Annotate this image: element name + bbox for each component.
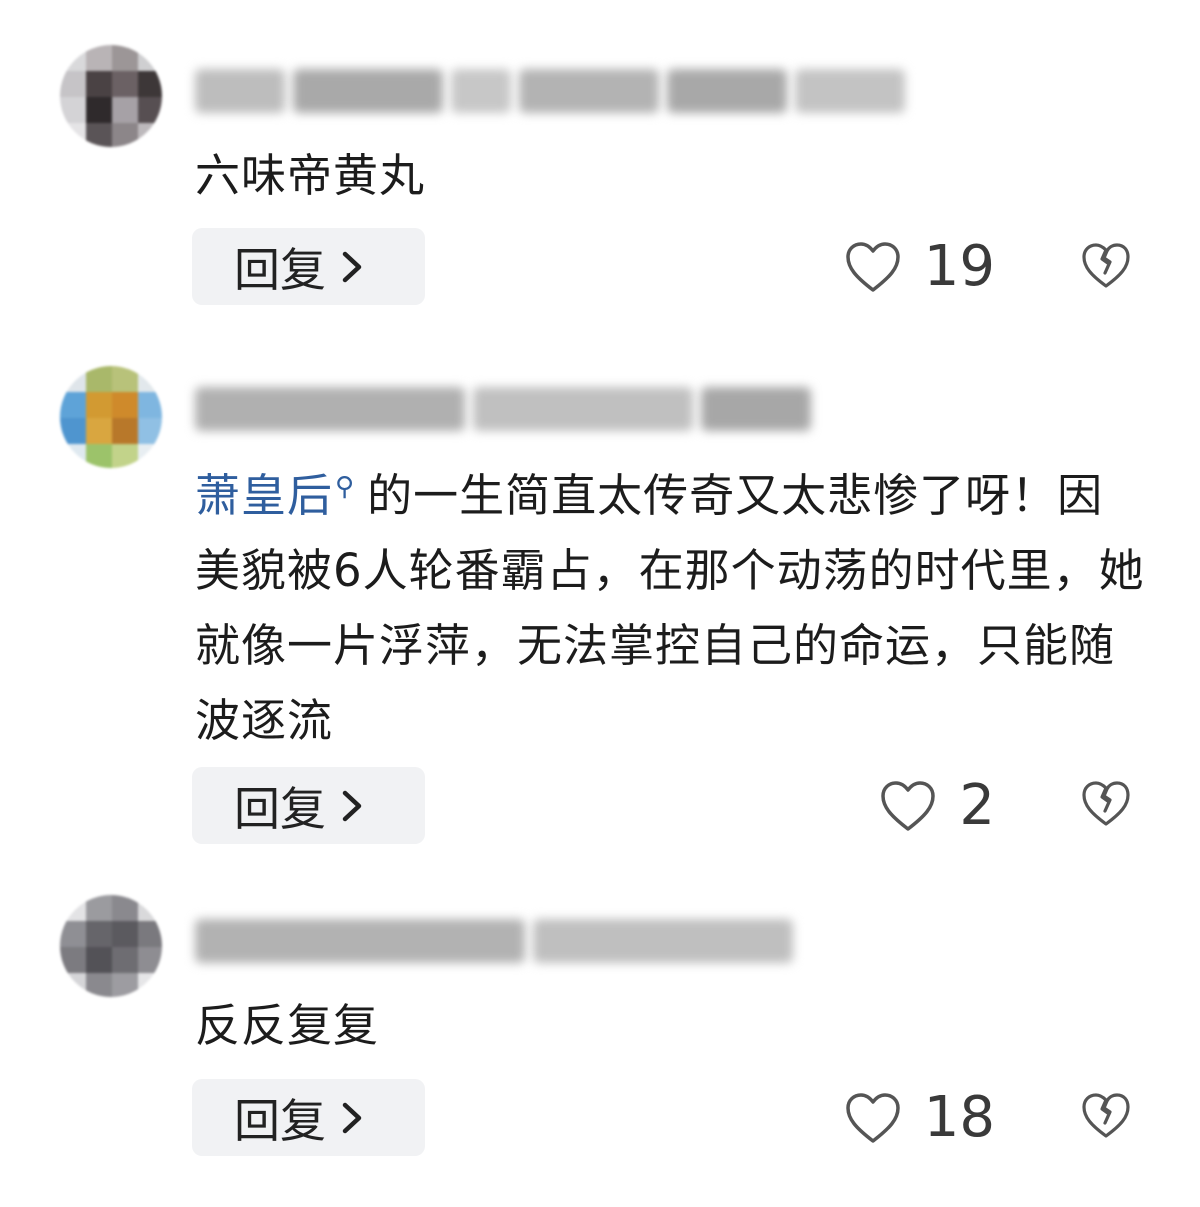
heart-icon [844, 1091, 902, 1145]
reply-label: 回复 [234, 1093, 326, 1148]
broken-heart-icon[interactable] [1080, 1090, 1132, 1142]
reply-button[interactable]: 回复 [192, 1079, 425, 1156]
username-blurred[interactable] [195, 910, 801, 972]
like-count: 18 [923, 1085, 995, 1150]
comment-item: 反反复复 回复 18 [0, 0, 1200, 1207]
avatar[interactable] [60, 895, 162, 997]
like-button[interactable]: 18 [844, 1079, 995, 1156]
chevron-right-icon [338, 1098, 366, 1138]
comment-text: 反反复复 [195, 999, 380, 1052]
